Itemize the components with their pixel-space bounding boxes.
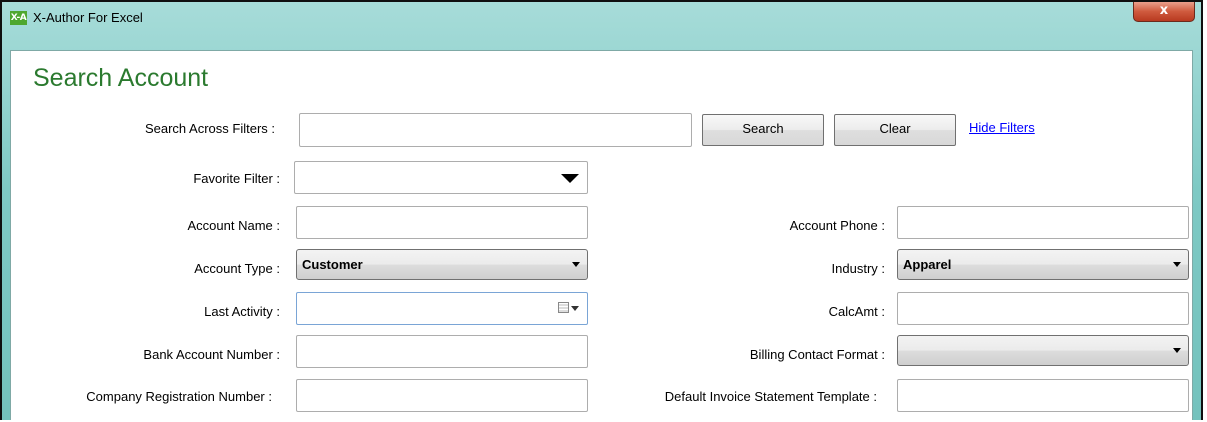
default-invoice-statement-template-label: Default Invoice Statement Template : [664,389,877,404]
page-title: Search Account [33,64,209,92]
chevron-down-icon [1173,348,1181,353]
last-activity-label: Last Activity : [204,304,280,319]
account-phone-input[interactable] [897,206,1189,239]
industry-select[interactable]: Apparel [897,249,1189,280]
account-type-label: Account Type : [194,261,280,276]
billing-contact-format-select[interactable] [897,335,1189,366]
app-logo-icon: X-A [10,11,27,25]
title-bar[interactable]: X-A X-Author For Excel x [2,2,1201,32]
last-activity-date-picker[interactable] [296,292,588,325]
calcamt-label: CalcAmt : [828,304,885,319]
account-name-input[interactable] [296,206,588,239]
calendar-icon[interactable] [558,302,569,313]
chevron-down-icon [1173,262,1181,267]
hide-filters-link[interactable]: Hide Filters [969,120,1035,135]
account-phone-label: Account Phone : [789,218,885,233]
search-across-filters-input[interactable] [299,113,692,147]
search-across-filters-label: Search Across Filters : [144,121,275,136]
industry-label: Industry : [831,261,885,276]
bank-account-number-label: Bank Account Number : [143,347,280,362]
chevron-down-icon[interactable] [571,306,579,311]
search-button[interactable]: Search [702,114,824,146]
industry-value: Apparel [903,257,952,272]
chevron-down-icon [572,262,580,267]
favorite-filter-label: Favorite Filter : [193,171,280,186]
chevron-down-icon [561,174,579,183]
default-invoice-statement-template-input[interactable] [897,379,1189,412]
account-name-label: Account Name : [187,218,281,233]
search-panel: Search Account Search Across Filters : S… [10,50,1193,420]
account-type-select[interactable]: Customer [296,249,588,280]
close-button[interactable]: x [1133,2,1195,22]
company-registration-number-label: Company Registration Number : [86,389,272,404]
billing-contact-format-label: Billing Contact Format : [749,347,885,362]
calcamt-input[interactable] [897,292,1189,325]
window-title: X-Author For Excel [33,10,143,25]
bank-account-number-input[interactable] [296,335,588,368]
account-type-value: Customer [302,257,363,272]
company-registration-number-input[interactable] [296,379,588,412]
app-window: X-A X-Author For Excel x Search Account … [0,0,1203,420]
favorite-filter-dropdown[interactable] [294,161,588,194]
clear-button[interactable]: Clear [834,114,956,146]
